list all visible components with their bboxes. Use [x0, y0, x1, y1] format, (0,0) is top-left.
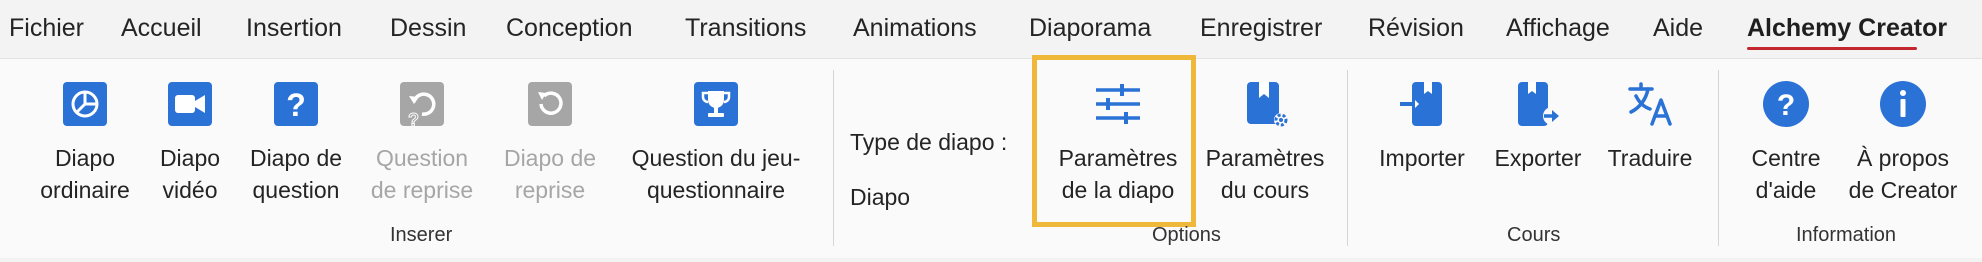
- svg-text:?: ?: [1777, 89, 1795, 122]
- importer-button[interactable]: Importer: [1372, 80, 1472, 174]
- tab-accueil[interactable]: Accueil: [121, 14, 202, 43]
- diapo-de-question-label: Diapo de question: [249, 145, 343, 203]
- translate-icon: [1628, 82, 1672, 126]
- menu-bar: Fichier Accueil Insertion Dessin Concept…: [0, 0, 1982, 58]
- question-du-jeu-questionnaire-label: Question du jeu- questionnaire: [631, 145, 801, 203]
- tab-conception[interactable]: Conception: [506, 14, 632, 43]
- parametres-du-cours-label: Paramètres du cours: [1205, 145, 1325, 203]
- help-circle-icon: ?: [1763, 81, 1809, 127]
- tab-alchemy-creator[interactable]: Alchemy Creator: [1747, 14, 1947, 43]
- diapo-de-reprise-button[interactable]: Diapo de reprise: [498, 80, 602, 206]
- tab-revision[interactable]: Révision: [1368, 14, 1464, 43]
- question-retry-icon: ?: [400, 82, 444, 128]
- tab-aide[interactable]: Aide: [1653, 14, 1703, 43]
- a-propos-de-creator-button[interactable]: À propos de Creator: [1840, 80, 1966, 206]
- group-separator: [833, 70, 834, 246]
- ribbon-bottom-edge: [0, 258, 1982, 262]
- centre-daide-button[interactable]: ? Centre d'aide: [1738, 80, 1834, 206]
- bookmark-gear-icon: [1247, 82, 1288, 127]
- group-separator: [1718, 70, 1719, 246]
- exporter-label: Exporter: [1494, 145, 1582, 171]
- traduire-label: Traduire: [1607, 145, 1693, 171]
- svg-text:?: ?: [286, 87, 306, 123]
- tab-insertion[interactable]: Insertion: [246, 14, 342, 43]
- centre-daide-label: Centre d'aide: [1751, 145, 1821, 203]
- video-camera-icon: [168, 82, 212, 126]
- group-label-inserer: Inserer: [390, 224, 453, 246]
- tab-affichage[interactable]: Affichage: [1506, 14, 1610, 43]
- exporter-button[interactable]: Exporter: [1490, 80, 1586, 174]
- import-icon: [1400, 82, 1442, 126]
- diapo-ordinaire-button[interactable]: Diapo ordinaire: [38, 80, 132, 206]
- parametres-de-la-diapo-label: Paramètres de la diapo: [1058, 145, 1178, 203]
- sliders-icon: [1096, 84, 1140, 124]
- parametres-de-la-diapo-button[interactable]: Paramètres de la diapo: [1050, 80, 1186, 206]
- pie-chart-icon: [63, 82, 107, 126]
- diapo-ordinaire-label: Diapo ordinaire: [40, 145, 130, 203]
- question-icon: ?: [274, 82, 318, 126]
- question-du-jeu-questionnaire-button[interactable]: Question du jeu- questionnaire: [622, 80, 810, 206]
- diapo-de-reprise-label: Diapo de reprise: [503, 145, 597, 203]
- active-tab-indicator: [1747, 47, 1917, 50]
- slide-type-value[interactable]: Diapo: [850, 184, 910, 211]
- slide-type-label: Type de diapo :: [850, 129, 1008, 155]
- diapo-video-label: Diapo vidéo: [159, 145, 221, 203]
- diapo-de-question-button[interactable]: ? Diapo de question: [244, 80, 348, 206]
- group-separator: [1347, 70, 1348, 246]
- tab-fichier[interactable]: Fichier: [9, 14, 84, 43]
- group-label-options: Options: [1152, 224, 1221, 246]
- group-label-cours: Cours: [1507, 224, 1561, 246]
- info-circle-icon: [1880, 81, 1926, 127]
- svg-text:?: ?: [408, 110, 419, 128]
- retry-icon: [528, 82, 572, 126]
- export-icon: [1518, 82, 1561, 126]
- tab-enregistrer[interactable]: Enregistrer: [1200, 14, 1322, 43]
- a-propos-de-creator-label: À propos de Creator: [1848, 145, 1958, 203]
- diapo-video-button[interactable]: Diapo vidéo: [149, 80, 231, 206]
- traduire-button[interactable]: Traduire: [1604, 80, 1696, 174]
- parametres-du-cours-button[interactable]: Paramètres du cours: [1200, 80, 1330, 206]
- tab-diaporama[interactable]: Diaporama: [1029, 14, 1151, 43]
- tab-dessin[interactable]: Dessin: [390, 14, 466, 43]
- tab-animations[interactable]: Animations: [853, 14, 977, 43]
- question-de-reprise-label: Question de reprise: [370, 145, 474, 203]
- group-label-information: Information: [1796, 224, 1897, 246]
- trophy-icon: [694, 82, 738, 126]
- tab-transitions[interactable]: Transitions: [685, 14, 806, 43]
- question-de-reprise-button[interactable]: ? Question de reprise: [366, 80, 478, 206]
- importer-label: Importer: [1379, 145, 1465, 171]
